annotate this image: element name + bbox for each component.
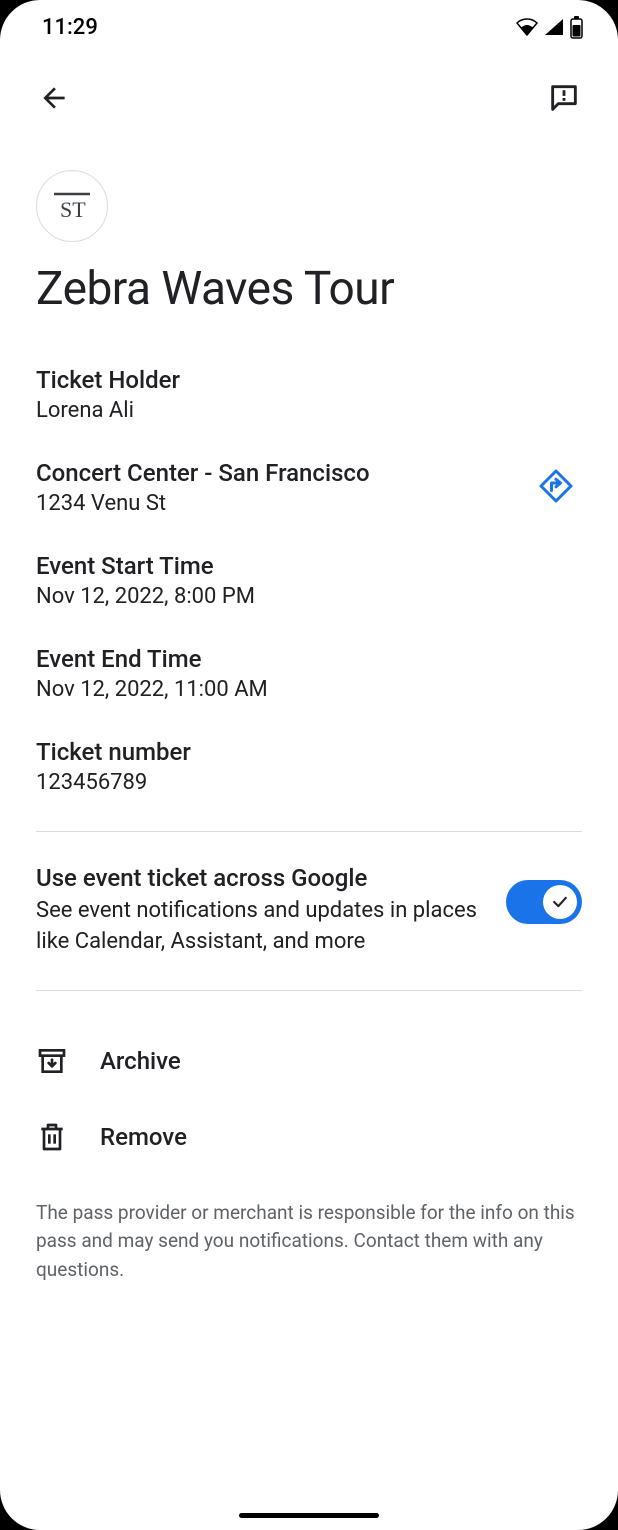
cellular-icon: [543, 17, 565, 37]
archive-button[interactable]: Archive: [36, 1023, 582, 1099]
end-time-row: Event End Time Nov 12, 2022, 11:00 AM: [36, 645, 582, 702]
start-time-value: Nov 12, 2022, 8:00 PM: [36, 584, 582, 609]
page-title: Zebra Waves Tour: [36, 262, 582, 316]
toggle-title: Use event ticket across Google: [36, 864, 486, 892]
archive-label: Archive: [100, 1047, 181, 1075]
google-integration-row: Use event ticket across Google See event…: [36, 864, 582, 958]
ticket-holder-value: Lorena Ali: [36, 398, 582, 423]
phone-screen: 11:29: [0, 0, 618, 1530]
google-integration-toggle[interactable]: [506, 880, 582, 924]
divider: [36, 990, 582, 991]
content-area: ST Zebra Waves Tour Ticket Holder Lorena…: [0, 140, 618, 1500]
divider: [36, 831, 582, 832]
ticket-number-row: Ticket number 123456789: [36, 738, 582, 795]
status-icons: [515, 15, 584, 39]
ticket-holder-label: Ticket Holder: [36, 366, 582, 394]
feedback-icon: [547, 81, 581, 115]
toggle-thumb: [543, 885, 577, 919]
status-time: 11:29: [42, 15, 98, 40]
remove-label: Remove: [100, 1123, 187, 1151]
feedback-button[interactable]: [542, 76, 586, 120]
remove-button[interactable]: Remove: [36, 1099, 582, 1175]
venue-row[interactable]: Concert Center - San Francisco 1234 Venu…: [36, 459, 582, 516]
st-logo-icon: ST: [52, 190, 92, 222]
directions-button[interactable]: [530, 460, 582, 516]
arrow-left-icon: [38, 82, 70, 114]
ticket-number-value: 123456789: [36, 770, 582, 795]
navigation-bar: [0, 1500, 618, 1530]
start-time-row: Event Start Time Nov 12, 2022, 8:00 PM: [36, 552, 582, 609]
header-bar: [0, 48, 618, 140]
archive-icon: [36, 1045, 68, 1077]
toggle-description: See event notifications and updates in p…: [36, 896, 486, 958]
svg-text:ST: ST: [60, 197, 86, 222]
venue-label: Concert Center - San Francisco: [36, 459, 530, 487]
ticket-holder-row: Ticket Holder Lorena Ali: [36, 366, 582, 423]
nav-handle[interactable]: [239, 1513, 379, 1518]
footer-disclaimer: The pass provider or merchant is respons…: [36, 1199, 582, 1285]
back-button[interactable]: [32, 76, 76, 120]
directions-icon: [538, 468, 574, 504]
battery-icon: [569, 15, 584, 39]
end-time-label: Event End Time: [36, 645, 582, 673]
start-time-label: Event Start Time: [36, 552, 582, 580]
trash-icon: [36, 1121, 68, 1153]
ticket-number-label: Ticket number: [36, 738, 582, 766]
status-bar: 11:29: [0, 0, 618, 48]
wifi-icon: [515, 17, 539, 37]
venue-value: 1234 Venu St: [36, 491, 530, 516]
end-time-value: Nov 12, 2022, 11:00 AM: [36, 677, 582, 702]
merchant-logo: ST: [36, 170, 108, 242]
check-icon: [550, 892, 570, 912]
